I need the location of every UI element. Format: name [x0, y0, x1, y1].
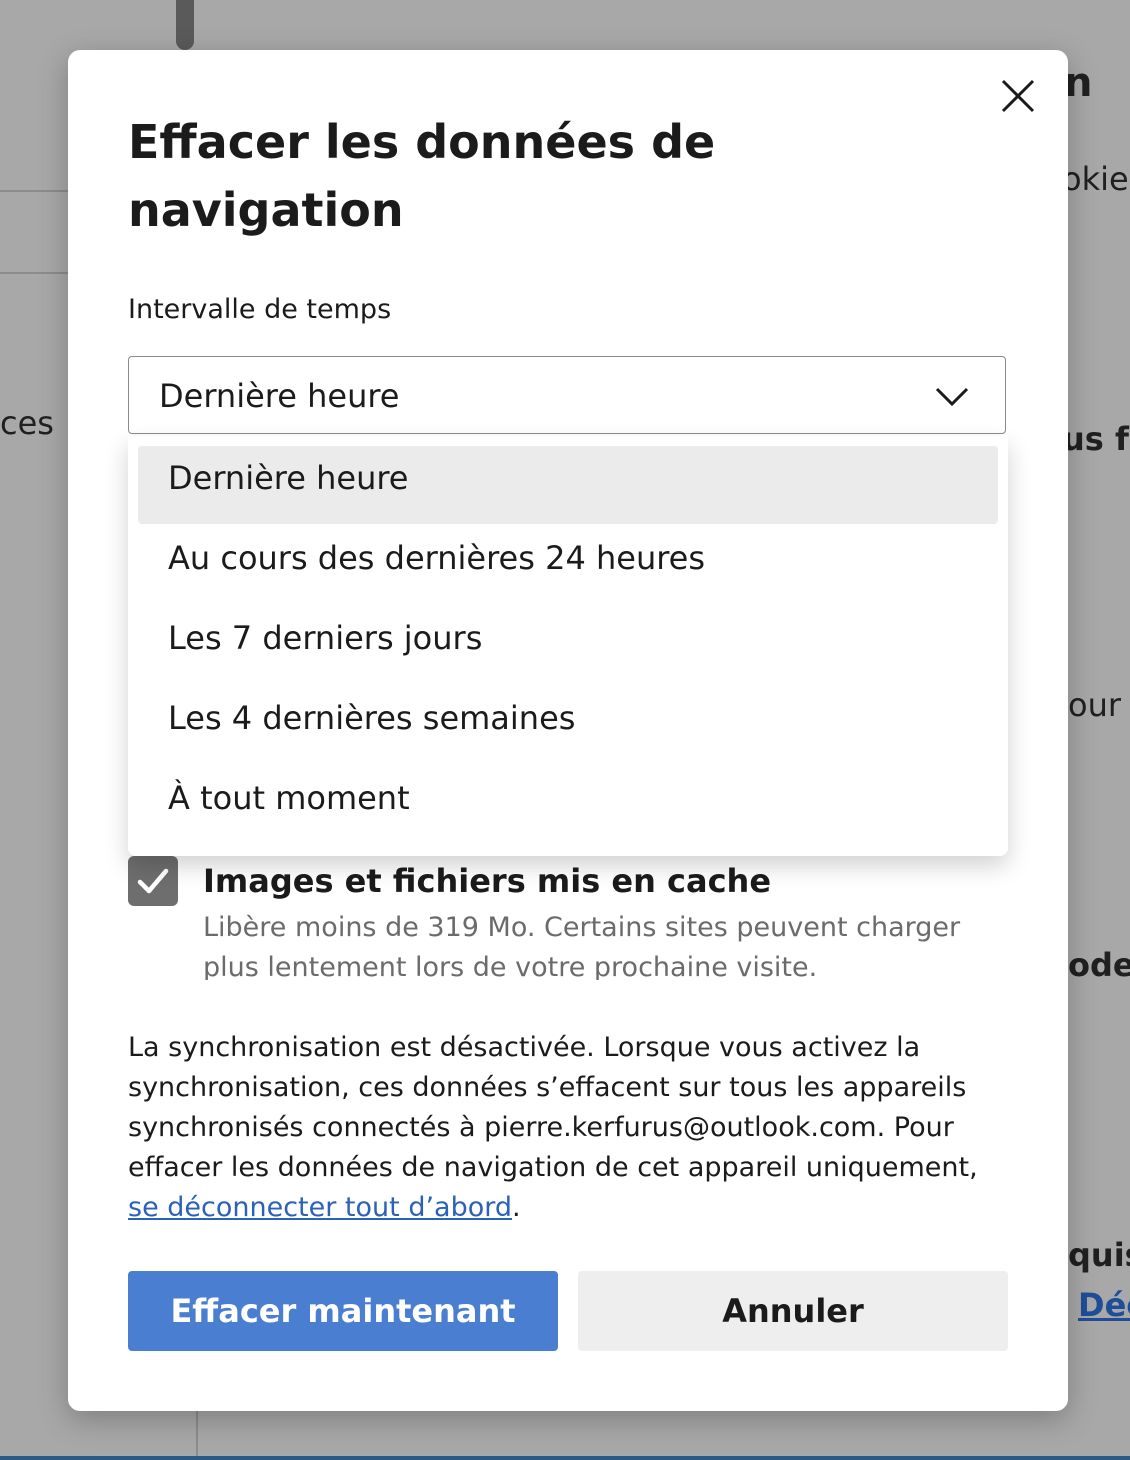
cache-option-label: Images et fichiers mis en cache: [203, 862, 772, 900]
sign-out-link[interactable]: se déconnecter tout d’abord: [128, 1192, 512, 1223]
cache-option-description: Libère moins de 319 Mo. Certains sites p…: [203, 912, 961, 980]
option-label: À tout moment: [168, 779, 410, 817]
option-label: Dernière heure: [168, 459, 409, 497]
clear-browsing-data-dialog: Effacer les données de navigation Interv…: [68, 50, 1068, 1411]
option-label: Au cours des dernières 24 heures: [168, 539, 706, 577]
background-divider: [0, 272, 70, 274]
time-range-option-7-days[interactable]: Les 7 derniers jours: [138, 606, 998, 684]
time-range-select[interactable]: Dernière heure: [128, 356, 1006, 434]
time-range-option-last-hour[interactable]: Dernière heure: [138, 446, 998, 524]
time-range-option-24-hours[interactable]: Au cours des dernières 24 heures: [138, 526, 998, 604]
background-text-fragment: odes: [1068, 946, 1130, 984]
chevron-down-icon: [935, 387, 969, 407]
background-bottom-bar: [0, 1456, 1130, 1460]
sync-notice-text: La synchronisation est désactivée. Lorsq…: [128, 1032, 978, 1183]
cache-checkbox[interactable]: [128, 856, 178, 906]
background-divider: [0, 190, 70, 192]
background-text-fragment: us fe: [1062, 420, 1130, 458]
checkmark-icon: [137, 868, 169, 894]
time-range-option-all-time[interactable]: À tout moment: [138, 766, 998, 844]
time-range-dropdown: Dernière heure Au cours des dernières 24…: [128, 436, 1008, 856]
cancel-button[interactable]: Annuler: [578, 1271, 1008, 1351]
background-divider: [196, 1411, 198, 1460]
background-title-fragment: n: [1064, 60, 1093, 106]
background-scrollbar-thumb: [176, 0, 194, 50]
background-text-fragment: our: [1068, 686, 1122, 724]
dialog-title: Effacer les données de navigation: [128, 115, 716, 237]
time-range-label: Intervalle de temps: [128, 294, 392, 325]
background-text-fragment: quis: [1068, 1236, 1130, 1274]
option-label: Les 4 dernières semaines: [168, 699, 576, 737]
clear-now-button[interactable]: Effacer maintenant: [128, 1271, 558, 1351]
background-text-fragment: okies: [1062, 160, 1130, 198]
sync-notice-suffix: .: [512, 1192, 521, 1223]
close-icon: [1001, 79, 1035, 113]
background-text-fragment: ces: [0, 404, 54, 442]
close-button[interactable]: [994, 72, 1042, 120]
time-range-option-4-weeks[interactable]: Les 4 dernières semaines: [138, 686, 998, 764]
time-range-selected-value: Dernière heure: [159, 377, 400, 415]
option-label: Les 7 derniers jours: [168, 619, 483, 657]
background-link-fragment: Déc: [1078, 1286, 1130, 1324]
sync-notice: La synchronisation est désactivée. Lorsq…: [128, 1028, 1008, 1228]
